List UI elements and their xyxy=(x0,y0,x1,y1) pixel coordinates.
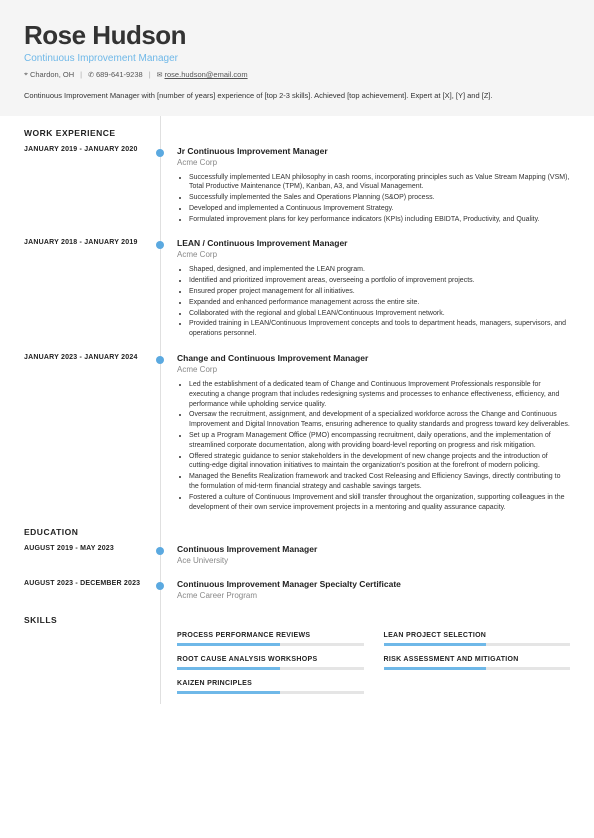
date-range: AUGUST 2023 - DECEMBER 2023 xyxy=(24,580,150,615)
email-link[interactable]: rose.hudson@email.com xyxy=(165,70,248,79)
date-range: AUGUST 2019 - MAY 2023 xyxy=(24,545,150,580)
bullet: Expanded and enhanced performance manage… xyxy=(189,298,570,308)
bullet: Offered strategic guidance to senior sta… xyxy=(189,452,570,472)
entry: Change and Continuous Improvement Manage… xyxy=(161,353,570,512)
section-header: WORK EXPERIENCE xyxy=(24,128,150,138)
bullet: Ensured proper project management for al… xyxy=(189,287,570,297)
right-column: Jr Continuous Improvement Manager Acme C… xyxy=(160,116,594,705)
entry-company: Acme Career Program xyxy=(177,591,570,600)
skill-name: KAIZEN PRINCIPLES xyxy=(177,680,364,687)
skill-bar xyxy=(177,643,364,646)
resume-header: Rose Hudson Continuous Improvement Manag… xyxy=(0,0,594,116)
skill-item: LEAN PROJECT SELECTION xyxy=(384,632,571,646)
bullet: Shaped, designed, and implemented the LE… xyxy=(189,265,570,275)
summary-text: Continuous Improvement Manager with [num… xyxy=(24,91,570,102)
skill-name: RISK ASSESSMENT AND MITIGATION xyxy=(384,656,571,663)
section-header: EDUCATION xyxy=(24,527,150,537)
bullet: Collaborated with the regional and globa… xyxy=(189,309,570,319)
entry-company: Acme Corp xyxy=(177,158,570,167)
bullet: Fostered a culture of Continuous Improve… xyxy=(189,493,570,513)
phone: ✆ 689-641-9238 xyxy=(88,70,143,79)
skill-bar-fill xyxy=(384,643,487,646)
section-skills: SKILLS xyxy=(24,615,150,625)
skill-bar-fill xyxy=(384,667,487,670)
resume-body: WORK EXPERIENCE JANUARY 2019 - JANUARY 20… xyxy=(0,116,594,705)
contact-row: ⌖ Chardon, OH | ✆ 689-641-9238 | ✉ rose.… xyxy=(24,70,570,79)
location: ⌖ Chardon, OH xyxy=(24,70,74,79)
skill-item: RISK ASSESSMENT AND MITIGATION xyxy=(384,656,571,670)
entry-title: Change and Continuous Improvement Manage… xyxy=(177,353,570,363)
bullet-list: Shaped, designed, and implemented the LE… xyxy=(177,265,570,339)
skill-name: ROOT CAUSE ANALYSIS WORKSHOPS xyxy=(177,656,364,663)
left-column: WORK EXPERIENCE JANUARY 2019 - JANUARY 20… xyxy=(0,116,160,705)
entry-company: Acme Corp xyxy=(177,250,570,259)
skill-name: LEAN PROJECT SELECTION xyxy=(384,632,571,639)
entry: LEAN / Continuous Improvement Manager Ac… xyxy=(161,238,570,339)
skills-grid: PROCESS PERFORMANCE REVIEWS LEAN PROJECT… xyxy=(161,632,570,694)
skill-bar xyxy=(384,643,571,646)
person-name: Rose Hudson xyxy=(24,20,570,51)
bullet: Oversaw the recruitment, assignment, and… xyxy=(189,410,570,430)
skill-item: PROCESS PERFORMANCE REVIEWS xyxy=(177,632,364,646)
bullet: Provided training in LEAN/Continuous Imp… xyxy=(189,319,570,339)
entry-company: Acme Corp xyxy=(177,365,570,374)
entry-title: Continuous Improvement Manager Specialty… xyxy=(177,579,570,589)
bullet: Identified and prioritized improvement a… xyxy=(189,276,570,286)
bullet: Formulated improvement plans for key per… xyxy=(189,215,570,225)
bullet: Successfully implemented the Sales and O… xyxy=(189,193,570,203)
entry-title: LEAN / Continuous Improvement Manager xyxy=(177,238,570,248)
mail-icon: ✉ xyxy=(157,71,163,79)
bullet: Set up a Program Management Office (PMO)… xyxy=(189,431,570,451)
skill-item: ROOT CAUSE ANALYSIS WORKSHOPS xyxy=(177,656,364,670)
bullet-list: Successfully implemented LEAN philosophy… xyxy=(177,173,570,225)
date-range: JANUARY 2023 - JANUARY 2024 xyxy=(24,354,150,527)
entry: Continuous Improvement Manager Specialty… xyxy=(161,579,570,600)
skill-bar-fill xyxy=(177,643,280,646)
skill-name: PROCESS PERFORMANCE REVIEWS xyxy=(177,632,364,639)
person-title: Continuous Improvement Manager xyxy=(24,53,570,64)
date-range: JANUARY 2019 - JANUARY 2020 xyxy=(24,146,150,239)
date-range: JANUARY 2018 - JANUARY 2019 xyxy=(24,239,150,354)
skill-bar xyxy=(384,667,571,670)
phone-icon: ✆ xyxy=(88,71,94,79)
pin-icon: ⌖ xyxy=(24,71,28,79)
email: ✉ rose.hudson@email.com xyxy=(157,70,248,79)
entry-title: Continuous Improvement Manager xyxy=(177,544,570,554)
bullet: Managed the Benefits Realization framewo… xyxy=(189,472,570,492)
entry: Jr Continuous Improvement Manager Acme C… xyxy=(161,146,570,225)
skill-bar xyxy=(177,691,364,694)
entry-company: Ace University xyxy=(177,556,570,565)
bullet-list: Led the establishment of a dedicated tea… xyxy=(177,380,570,512)
bullet: Developed and implemented a Continuous I… xyxy=(189,204,570,214)
skill-bar xyxy=(177,667,364,670)
skill-item: KAIZEN PRINCIPLES xyxy=(177,680,364,694)
bullet: Successfully implemented LEAN philosophy… xyxy=(189,173,570,193)
skill-bar-fill xyxy=(177,691,280,694)
skill-bar-fill xyxy=(177,667,280,670)
bullet: Led the establishment of a dedicated tea… xyxy=(189,380,570,409)
entry: Continuous Improvement Manager Ace Unive… xyxy=(161,544,570,565)
entry-title: Jr Continuous Improvement Manager xyxy=(177,146,570,156)
